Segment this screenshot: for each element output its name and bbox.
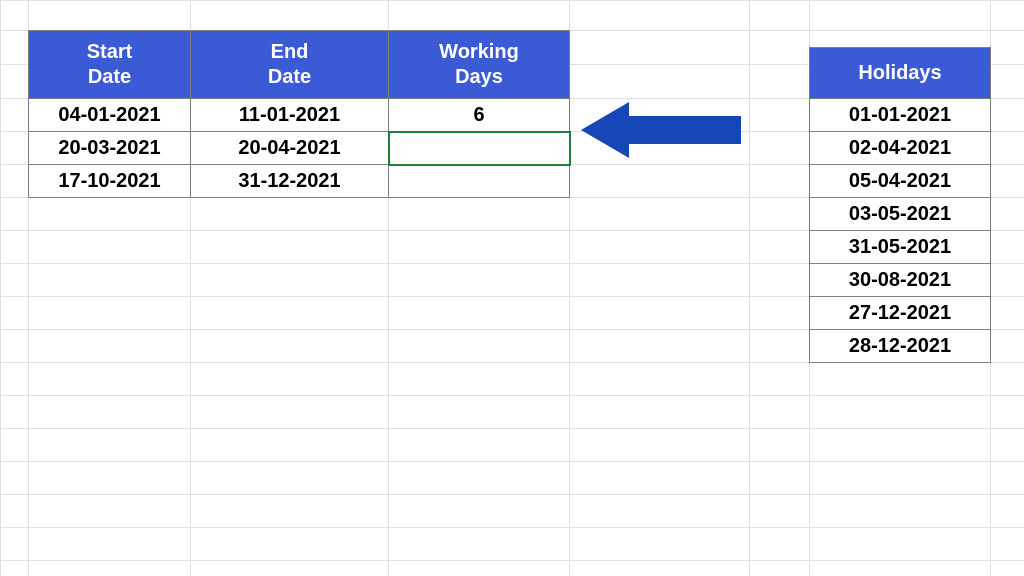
- cell-holiday[interactable]: 03-05-2021: [810, 198, 991, 231]
- cell-holiday[interactable]: 01-01-2021: [810, 99, 991, 132]
- table-row: 01-01-2021: [810, 99, 991, 132]
- main-data-table: Start Date End Date Working Days 04-01-2…: [28, 30, 570, 198]
- table-row: 17-10-2021 31-12-2021: [29, 165, 570, 198]
- table-row: 05-04-2021: [810, 165, 991, 198]
- table-row: 28-12-2021: [810, 330, 991, 363]
- holidays-header-row: Holidays: [810, 48, 991, 99]
- cell-start-date[interactable]: 17-10-2021: [29, 165, 191, 198]
- header-start-date[interactable]: Start Date: [29, 31, 191, 99]
- table-row: 02-04-2021: [810, 132, 991, 165]
- header-end-date[interactable]: End Date: [191, 31, 389, 99]
- cell-holiday[interactable]: 30-08-2021: [810, 264, 991, 297]
- table-row: 04-01-2021 11-01-2021 6: [29, 99, 570, 132]
- cell-start-date[interactable]: 04-01-2021: [29, 99, 191, 132]
- table-row: 27-12-2021: [810, 297, 991, 330]
- cell-end-date[interactable]: 11-01-2021: [191, 99, 389, 132]
- header-holidays[interactable]: Holidays: [810, 48, 991, 99]
- holidays-table: Holidays 01-01-2021 02-04-2021 05-04-202…: [809, 47, 991, 363]
- cell-holiday[interactable]: 05-04-2021: [810, 165, 991, 198]
- arrow-left-icon: [581, 102, 741, 158]
- header-working-days[interactable]: Working Days: [389, 31, 570, 99]
- cell-working-days[interactable]: 6: [389, 99, 570, 132]
- table-row: 03-05-2021: [810, 198, 991, 231]
- main-table-header-row: Start Date End Date Working Days: [29, 31, 570, 99]
- table-row: 20-03-2021 20-04-2021: [29, 132, 570, 165]
- table-row: 30-08-2021: [810, 264, 991, 297]
- cell-holiday[interactable]: 28-12-2021: [810, 330, 991, 363]
- cell-holiday[interactable]: 31-05-2021: [810, 231, 991, 264]
- cell-holiday[interactable]: 27-12-2021: [810, 297, 991, 330]
- cell-end-date[interactable]: 20-04-2021: [191, 132, 389, 165]
- cell-holiday[interactable]: 02-04-2021: [810, 132, 991, 165]
- cell-working-days[interactable]: [389, 165, 570, 198]
- cell-start-date[interactable]: 20-03-2021: [29, 132, 191, 165]
- cell-working-days-selected[interactable]: [389, 132, 570, 165]
- table-row: 31-05-2021: [810, 231, 991, 264]
- cell-end-date[interactable]: 31-12-2021: [191, 165, 389, 198]
